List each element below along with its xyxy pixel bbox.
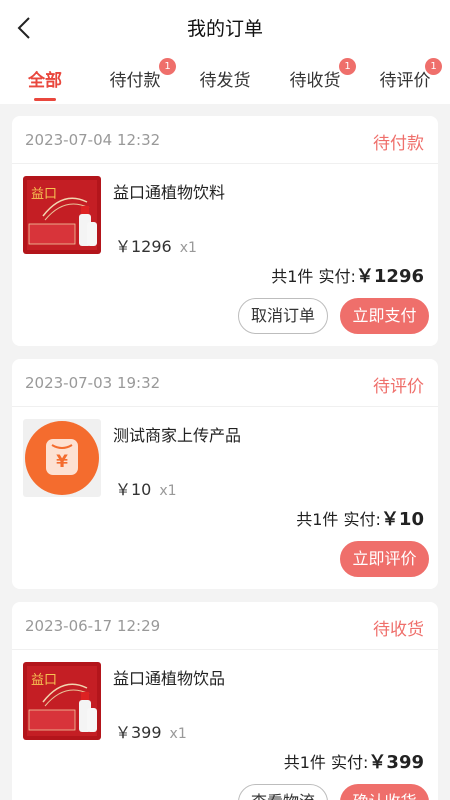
tab-all[interactable]: 全部 xyxy=(26,66,64,101)
order-date: 2023-07-03 19:32 xyxy=(25,374,161,392)
product-name: 测试商家上传产品 xyxy=(113,426,242,445)
item-count: 共1件 xyxy=(271,267,314,286)
product-name: 益口通植物饮料 xyxy=(113,183,226,202)
order-tabs: 全部 待付款 1 待发货 待收货 1 待评价 1 xyxy=(0,56,450,104)
product-quantity: x1 xyxy=(169,726,187,742)
pay-now-button[interactable]: 立即支付 xyxy=(340,298,429,334)
order-header: 2023-07-04 12:32 待付款 xyxy=(12,116,438,164)
product-price: ￥1296 xyxy=(115,237,172,256)
product-logo-text: 益口 xyxy=(31,673,57,688)
page-title: 我的订单 xyxy=(186,18,263,40)
product-logo-text: 益口 xyxy=(31,187,57,202)
tab-badge: 1 xyxy=(339,58,356,75)
product-image[interactable]: ¥ xyxy=(23,419,101,497)
tab-pending-shipment[interactable]: 待发货 xyxy=(198,66,252,96)
order-card[interactable]: 2023-06-17 12:29 待收货 益口 益口通植物饮品 ￥399 x1 共… xyxy=(12,602,438,800)
order-header: 2023-06-17 12:29 待收货 xyxy=(12,602,438,650)
tab-label: 待收货 xyxy=(289,71,341,91)
product-price: ￥399 xyxy=(115,723,162,742)
product-quantity: x1 xyxy=(159,483,177,499)
product-price: ￥10 xyxy=(115,480,152,499)
order-summary: 共1件 实付:￥399 xyxy=(284,748,424,774)
tab-badge: 1 xyxy=(425,58,442,75)
product-image[interactable]: 益口 xyxy=(23,176,101,254)
tab-label: 待发货 xyxy=(199,71,251,91)
order-status: 待评价 xyxy=(373,377,424,397)
order-date: 2023-06-17 12:29 xyxy=(25,617,161,635)
order-date: 2023-07-04 12:32 xyxy=(25,131,161,149)
product-price-row: ￥10 x1 xyxy=(115,476,177,500)
product-quantity: x1 xyxy=(179,240,197,256)
paid-label: 实付: xyxy=(318,267,356,286)
paid-label: 实付: xyxy=(331,753,369,772)
tab-badge: 1 xyxy=(159,58,176,75)
order-card[interactable]: 2023-07-04 12:32 待付款 益口 益口通植物饮料 ￥1296 x1 … xyxy=(12,116,438,346)
order-card[interactable]: 2023-07-03 19:32 待评价 ¥ 测试商家上传产品 ￥10 x1 共1… xyxy=(12,359,438,589)
order-status: 待收货 xyxy=(373,620,424,640)
product-price-row: ￥1296 x1 xyxy=(115,233,197,257)
tab-label: 待付款 xyxy=(109,71,161,91)
paid-amount: ￥1296 xyxy=(355,266,424,287)
item-count: 共1件 xyxy=(283,753,326,772)
tab-label: 全部 xyxy=(28,71,62,91)
cancel-order-button[interactable]: 取消订单 xyxy=(238,298,328,334)
product-image[interactable]: 益口 xyxy=(23,662,101,740)
tab-label: 待评价 xyxy=(379,71,431,91)
order-status: 待付款 xyxy=(373,134,424,154)
paid-amount: ￥399 xyxy=(368,752,424,773)
paid-amount: ￥10 xyxy=(380,509,424,530)
order-summary: 共1件 实付:￥1296 xyxy=(271,262,424,288)
view-logistics-button[interactable]: 查看物流 xyxy=(238,784,328,800)
tab-pending-receipt[interactable]: 待收货 1 xyxy=(288,58,356,96)
yen-glyph: ¥ xyxy=(56,452,68,472)
order-summary: 共1件 实付:￥10 xyxy=(296,505,424,531)
review-now-button[interactable]: 立即评价 xyxy=(340,541,429,577)
product-price-row: ￥399 x1 xyxy=(115,719,187,743)
header-bar: 我的订单 xyxy=(0,0,450,56)
item-count: 共1件 xyxy=(296,510,339,529)
active-tab-indicator xyxy=(34,98,56,101)
order-header: 2023-07-03 19:32 待评价 xyxy=(12,359,438,407)
product-name: 益口通植物饮品 xyxy=(113,669,226,688)
tab-pending-payment[interactable]: 待付款 1 xyxy=(108,58,176,96)
tab-pending-review[interactable]: 待评价 1 xyxy=(378,58,442,96)
paid-label: 实付: xyxy=(343,510,381,529)
confirm-receipt-button[interactable]: 确认收货 xyxy=(340,784,429,800)
